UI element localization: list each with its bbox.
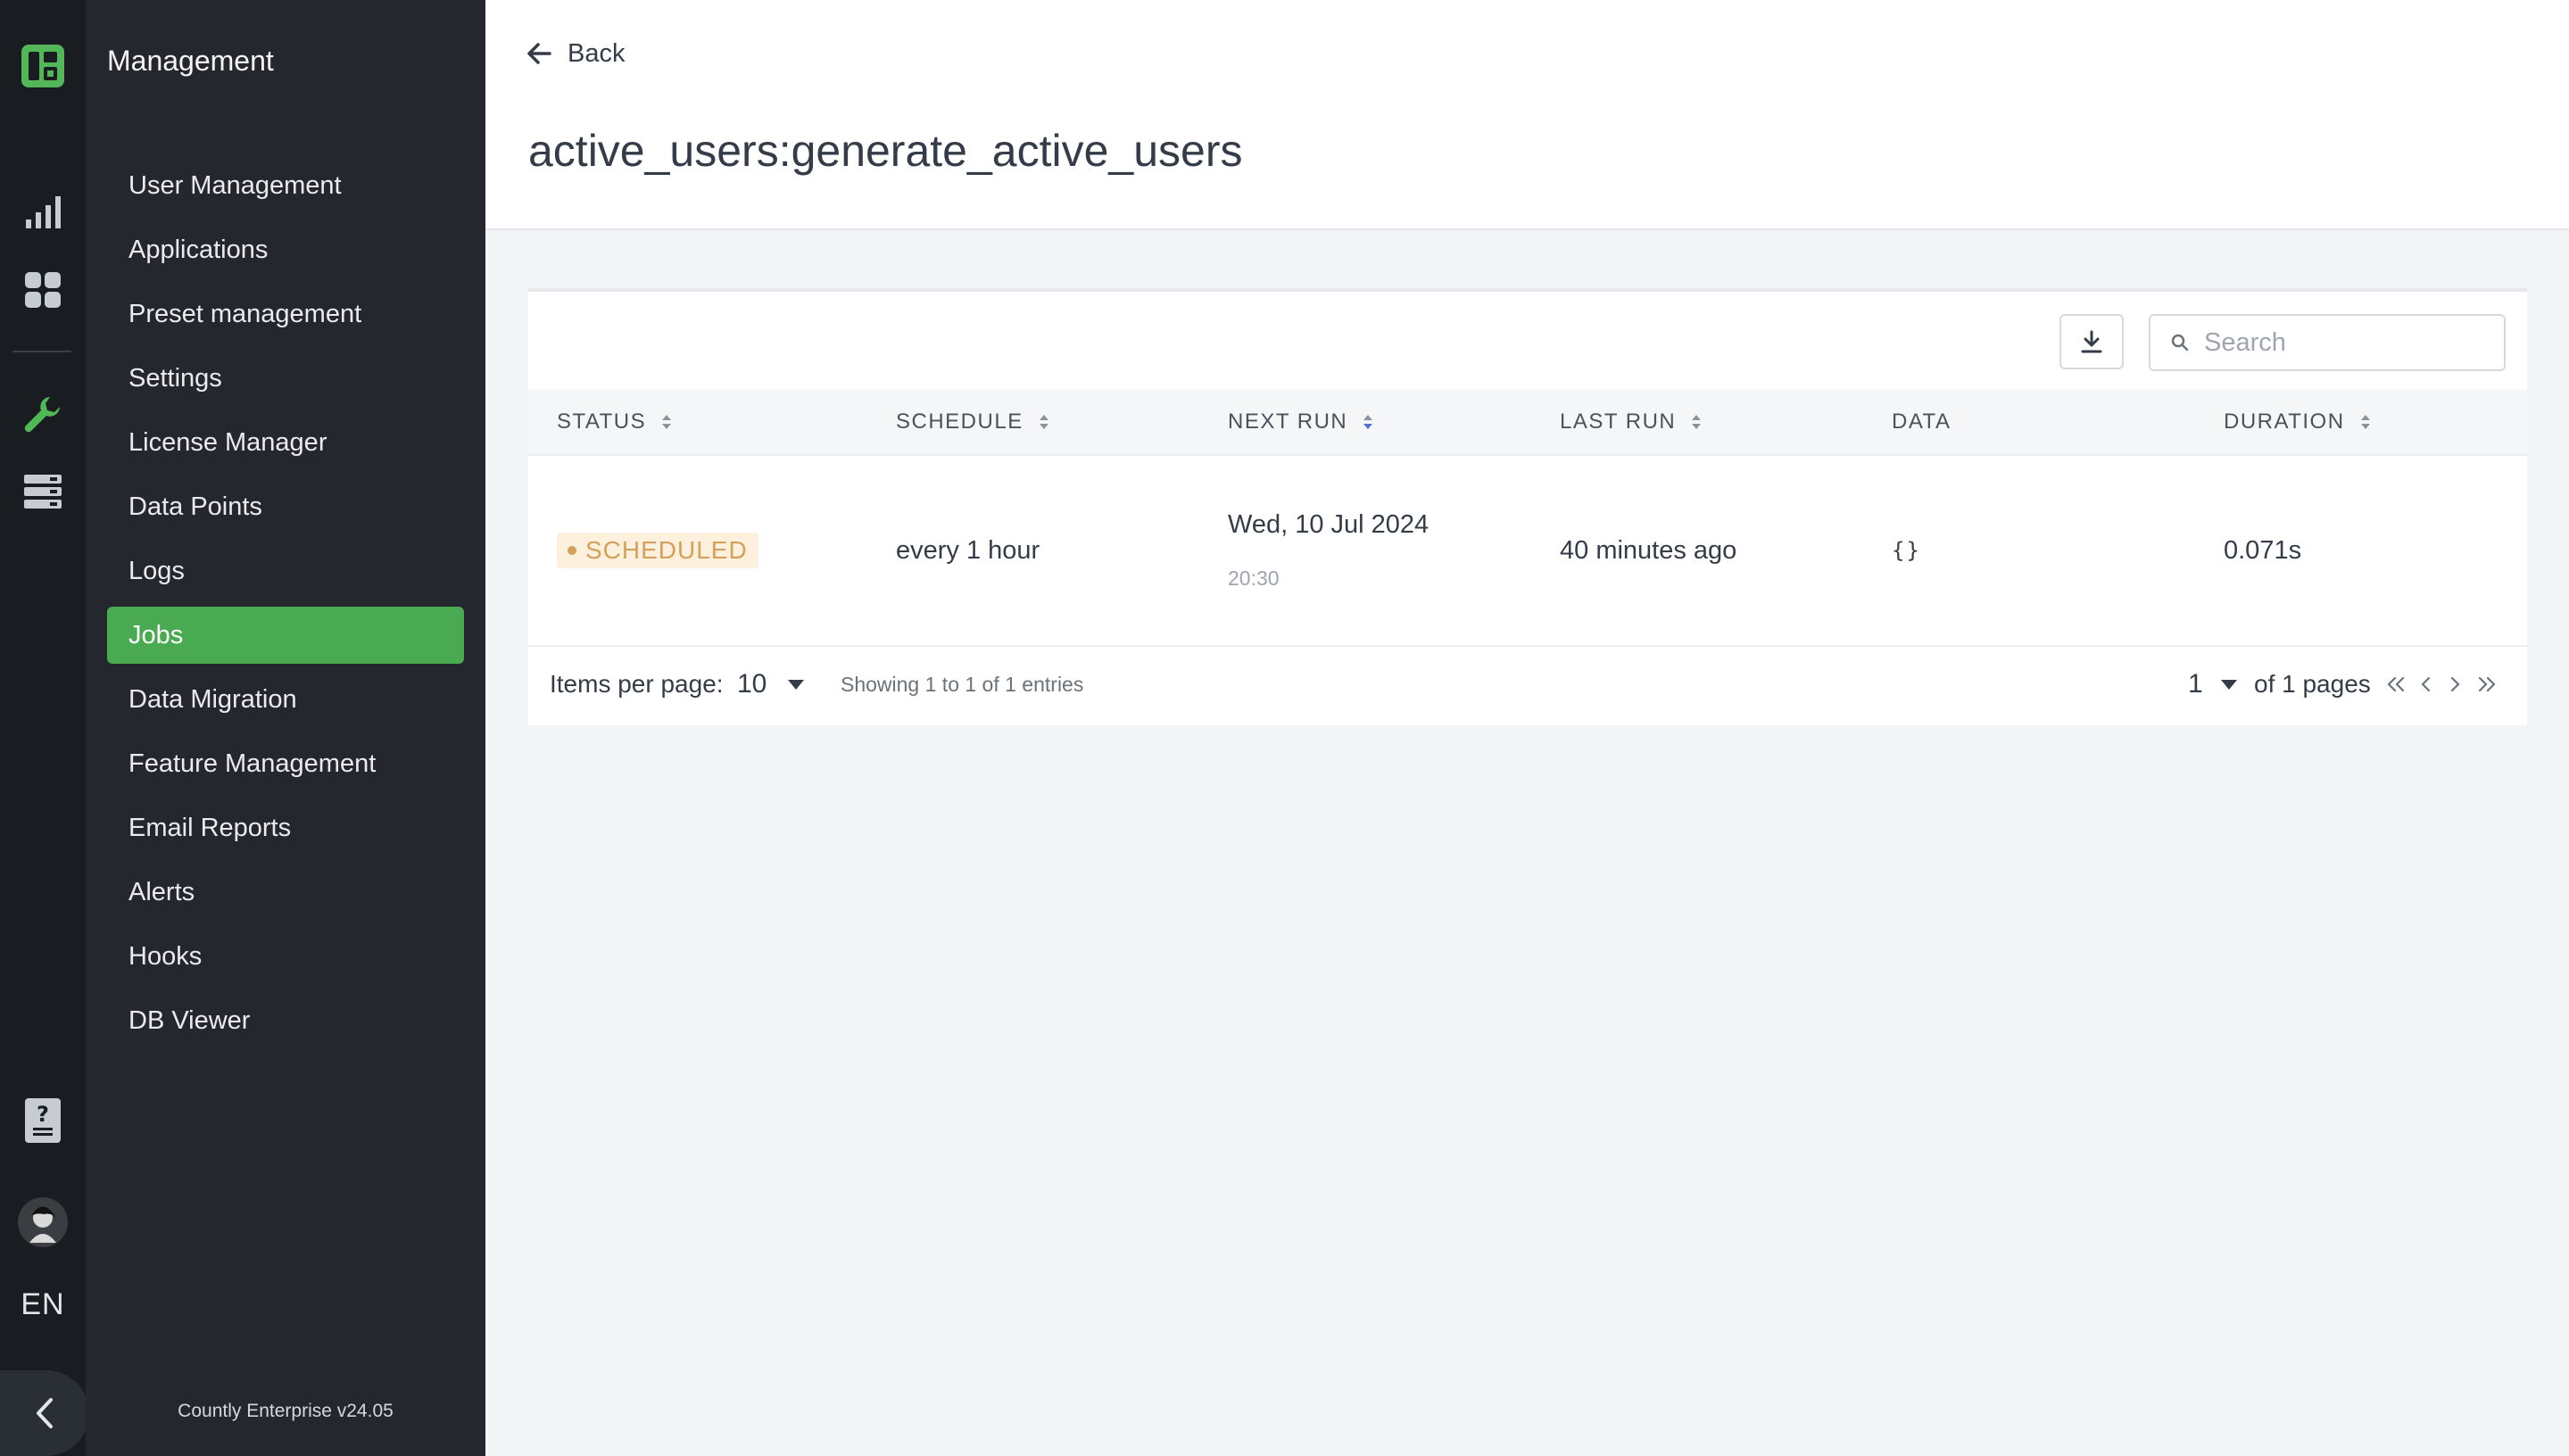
sidebar-item-data-points[interactable]: Data Points <box>107 478 464 535</box>
search-input[interactable] <box>2202 327 2500 359</box>
sidebar-item-alerts[interactable]: Alerts <box>107 864 464 921</box>
caret-down-icon <box>788 679 805 690</box>
chevron-left-icon <box>37 1398 53 1428</box>
status-badge: SCHEDULED <box>557 533 758 568</box>
next-page-button[interactable] <box>2441 668 2468 700</box>
page-select[interactable]: 1 <box>2188 669 2237 699</box>
sort-icon <box>2360 415 2370 429</box>
sidebar-item-db-viewer[interactable]: DB Viewer <box>107 992 464 1049</box>
caret-down-icon <box>2220 679 2237 690</box>
next-run-cell: Wed, 10 Jul 2024 20:30 <box>1228 456 1429 645</box>
page-header: Back active_users:generate_active_users <box>485 0 2569 230</box>
sidebar-item-license-manager[interactable]: License Manager <box>107 414 464 471</box>
user-avatar[interactable] <box>0 1195 86 1249</box>
sidebar-item-settings[interactable]: Settings <box>107 350 464 407</box>
sidebar-item-email-reports[interactable]: Email Reports <box>107 799 464 856</box>
svg-text:?: ? <box>37 1102 49 1127</box>
duration-value: 0.071s <box>2224 535 2302 565</box>
dashboards-icon[interactable] <box>0 268 86 312</box>
items-per-page-value: 10 <box>737 669 767 699</box>
items-per-page-select[interactable]: 10 <box>737 669 805 699</box>
arrow-left-icon <box>527 43 551 64</box>
rail-divider <box>12 351 71 352</box>
download-icon <box>2081 330 2102 353</box>
help-icon[interactable]: ? <box>0 1096 86 1146</box>
column-label: STATUS <box>557 410 647 434</box>
column-header-next-run[interactable]: NEXT RUN <box>1228 390 1374 454</box>
icon-rail: ? EN <box>0 0 89 1456</box>
search-icon <box>2171 334 2189 352</box>
column-label: LAST RUN <box>1560 410 1677 434</box>
countly-logo-icon[interactable] <box>0 39 86 93</box>
back-label: Back <box>568 38 626 68</box>
sort-icon <box>1692 415 1702 429</box>
download-button[interactable] <box>2059 314 2124 369</box>
double-chevron-left-icon <box>2387 676 2405 692</box>
column-header-data: DATA <box>1892 390 1951 454</box>
collapse-sidebar-button[interactable] <box>0 1370 89 1456</box>
total-pages-label: of 1 pages <box>2254 670 2371 698</box>
sort-active-icon <box>1363 415 1373 429</box>
double-chevron-right-icon <box>2478 676 2496 692</box>
page-title: active_users:generate_active_users <box>528 126 1243 176</box>
previous-page-button[interactable] <box>2413 668 2440 700</box>
management-wrench-icon[interactable] <box>0 391 86 437</box>
jobs-table-card: STATUS SCHEDULE NEXT RUN LAST RUN DATA D… <box>528 288 2527 725</box>
entries-summary: Showing 1 to 1 of 1 entries <box>841 672 1084 696</box>
last-run-value: 40 minutes ago <box>1560 535 1737 565</box>
sidebar-item-preset-management[interactable]: Preset management <box>107 285 464 343</box>
column-header-schedule[interactable]: SCHEDULE <box>896 390 1050 454</box>
sidebar-item-jobs[interactable]: Jobs <box>107 607 464 664</box>
analytics-icon[interactable] <box>0 189 86 234</box>
column-header-status[interactable]: STATUS <box>557 390 673 454</box>
sidebar-menu: User Management Applications Preset mana… <box>107 157 464 1056</box>
version-label: Countly Enterprise v24.05 <box>178 1401 394 1421</box>
table-row[interactable]: SCHEDULED every 1 hour Wed, 10 Jul 2024 … <box>528 456 2527 647</box>
sidebar-title: Management <box>107 45 274 77</box>
status-label: SCHEDULED <box>585 536 748 564</box>
pagination-bar: Items per page: 10 Showing 1 to 1 of 1 e… <box>528 647 2527 722</box>
next-run-time: 20:30 <box>1228 567 1280 590</box>
last-run-cell: 40 minutes ago <box>1560 456 1736 645</box>
first-page-button[interactable] <box>2383 668 2409 700</box>
table-toolbar <box>528 292 2527 390</box>
sidebar-item-data-migration[interactable]: Data Migration <box>107 671 464 728</box>
column-label: DURATION <box>2224 410 2345 434</box>
current-page-value: 1 <box>2188 669 2203 699</box>
next-run-date: Wed, 10 Jul 2024 <box>1228 510 1430 539</box>
management-sidebar: Management User Management Applications … <box>86 0 485 1456</box>
sort-icon <box>1039 415 1048 429</box>
duration-cell: 0.071s <box>2224 456 2301 645</box>
column-label: DATA <box>1892 410 1952 434</box>
sort-icon <box>662 415 672 429</box>
chevron-left-icon <box>2421 676 2431 692</box>
chevron-right-icon <box>2450 676 2460 692</box>
sidebar-item-applications[interactable]: Applications <box>107 221 464 278</box>
sidebar-item-user-management[interactable]: User Management <box>107 157 464 214</box>
data-value: {} <box>1892 538 1921 563</box>
schedule-value: every 1 hour <box>896 535 1040 565</box>
last-page-button[interactable] <box>2474 668 2500 700</box>
schedule-cell: every 1 hour <box>896 456 1040 645</box>
data-manager-icon[interactable] <box>0 469 86 514</box>
search-box[interactable] <box>2149 314 2506 371</box>
status-dot-icon <box>568 546 576 555</box>
column-label: NEXT RUN <box>1228 410 1348 434</box>
sidebar-item-logs[interactable]: Logs <box>107 542 464 600</box>
sidebar-item-hooks[interactable]: Hooks <box>107 928 464 985</box>
sidebar-item-feature-management[interactable]: Feature Management <box>107 735 464 792</box>
column-label: SCHEDULE <box>896 410 1023 434</box>
table-header: STATUS SCHEDULE NEXT RUN LAST RUN DATA D… <box>528 390 2527 456</box>
language-selector[interactable]: EN <box>0 1287 86 1322</box>
column-header-last-run[interactable]: LAST RUN <box>1560 390 1703 454</box>
items-per-page-label: Items per page: <box>550 670 724 698</box>
back-link[interactable]: Back <box>526 34 625 73</box>
data-cell: {} <box>1892 456 1921 645</box>
status-cell: SCHEDULED <box>557 456 758 645</box>
column-header-duration[interactable]: DURATION <box>2224 390 2372 454</box>
